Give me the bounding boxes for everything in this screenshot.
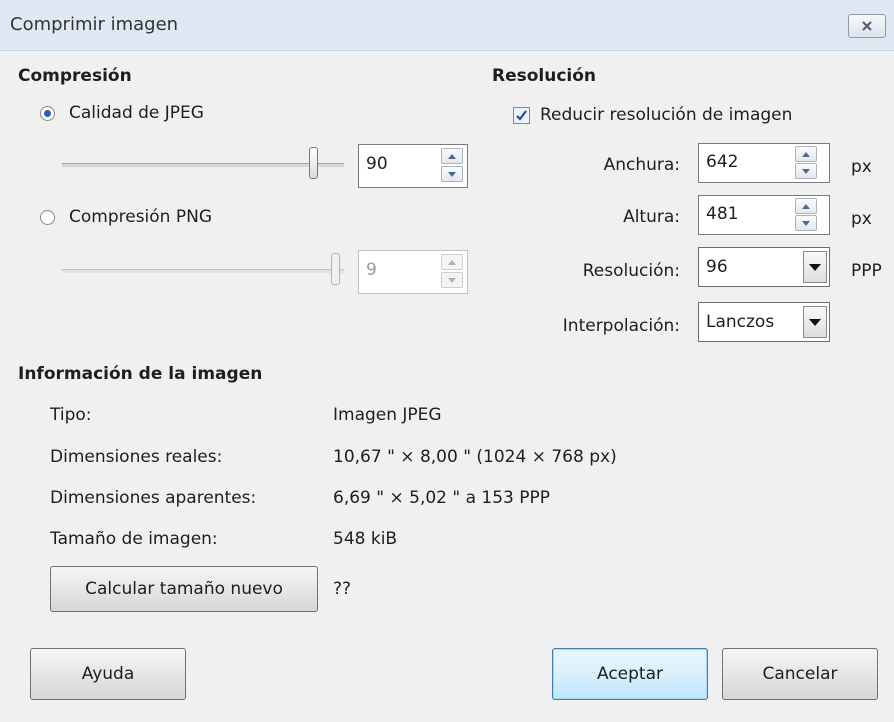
png-compression-slider[interactable] [62, 269, 344, 273]
arrow-up-icon [802, 151, 810, 157]
resolution-group-title: Resolución [492, 66, 597, 86]
height-label: Altura: [623, 207, 680, 227]
width-field[interactable]: 642 [698, 143, 830, 183]
calculate-new-size-button[interactable]: Calcular tamaño nuevo [50, 566, 318, 612]
arrow-up-icon [448, 259, 456, 265]
spin-up-button[interactable] [441, 148, 463, 164]
png-compression-value: 9 [366, 260, 377, 280]
close-icon [862, 21, 872, 31]
checkmark-icon [516, 109, 527, 121]
spin-down-button[interactable] [795, 215, 817, 231]
png-compression-option[interactable]: Compresión PNG [40, 207, 212, 227]
jpeg-radio[interactable] [40, 105, 55, 121]
png-radio-label: Compresión PNG [69, 207, 212, 227]
info-value-real-dimensions: 10,67 " × 8,00 " (1024 × 768 px) [333, 447, 617, 467]
dpi-label: Resolución: [582, 261, 680, 281]
jpeg-slider-thumb[interactable] [309, 147, 318, 179]
arrow-down-icon [448, 277, 456, 283]
width-spinner[interactable] [795, 146, 817, 180]
arrow-up-icon [448, 153, 456, 159]
jpeg-radio-label: Calidad de JPEG [69, 103, 204, 123]
info-label-real-dimensions: Dimensiones reales: [50, 447, 223, 467]
reduce-resolution-checkbox[interactable] [513, 106, 530, 124]
reduce-resolution-label: Reducir resolución de imagen [540, 105, 793, 125]
spin-down-button[interactable] [441, 166, 463, 182]
spin-up-button[interactable] [795, 146, 817, 162]
info-label-apparent-dimensions: Dimensiones aparentes: [50, 488, 257, 508]
png-compression-field[interactable]: 9 [358, 250, 468, 294]
height-unit: px [851, 209, 872, 229]
close-button[interactable] [848, 14, 886, 38]
info-value-image-size: 548 kiB [333, 529, 398, 549]
interpolation-value: Lanczos [706, 312, 775, 332]
info-value-apparent-dimensions: 6,69 " × 5,02 " a 153 PPP [333, 488, 551, 508]
arrow-down-icon [802, 220, 810, 226]
spin-up-button[interactable] [795, 198, 817, 214]
png-slider-thumb[interactable] [331, 253, 340, 285]
height-value: 481 [706, 204, 739, 224]
spin-down-button[interactable] [795, 163, 817, 179]
jpeg-quality-slider[interactable] [62, 163, 344, 167]
height-field[interactable]: 481 [698, 195, 830, 235]
interpolation-dropdown-button[interactable] [803, 306, 827, 338]
dpi-value: 96 [706, 257, 728, 277]
interpolation-label: Interpolación: [562, 316, 680, 336]
png-radio[interactable] [40, 209, 55, 225]
dpi-unit: PPP [851, 261, 882, 281]
help-button[interactable]: Ayuda [30, 648, 186, 700]
chevron-down-icon [809, 318, 821, 326]
width-label: Anchura: [603, 155, 680, 175]
dpi-combo[interactable]: 96 [698, 247, 830, 287]
cancel-button[interactable]: Cancelar [722, 648, 878, 700]
info-label-type: Tipo: [50, 405, 92, 425]
width-unit: px [851, 157, 872, 177]
interpolation-combo[interactable]: Lanczos [698, 302, 830, 342]
jpeg-quality-option[interactable]: Calidad de JPEG [40, 103, 204, 123]
jpeg-quality-spinner[interactable] [441, 148, 463, 184]
radio-selected-dot [44, 109, 51, 117]
height-spinner[interactable] [795, 198, 817, 232]
accept-button[interactable]: Aceptar [552, 648, 708, 700]
png-compression-spinner[interactable] [441, 254, 463, 290]
info-label-image-size: Tamaño de imagen: [50, 529, 218, 549]
jpeg-quality-field[interactable]: 90 [358, 144, 468, 188]
spin-down-button[interactable] [441, 272, 463, 288]
info-value-type: Imagen JPEG [333, 405, 442, 425]
chevron-down-icon [809, 263, 821, 271]
dpi-dropdown-button[interactable] [803, 251, 827, 283]
arrow-up-icon [802, 203, 810, 209]
jpeg-quality-value: 90 [366, 154, 388, 174]
compression-group-title: Compresión [18, 66, 132, 86]
new-size-value: ?? [333, 579, 352, 599]
arrow-down-icon [448, 171, 456, 177]
image-info-group-title: Información de la imagen [18, 364, 263, 384]
spin-up-button[interactable] [441, 254, 463, 270]
window-title: Comprimir imagen [10, 14, 179, 35]
arrow-down-icon [802, 168, 810, 174]
width-value: 642 [706, 152, 739, 172]
reduce-resolution-option[interactable]: Reducir resolución de imagen [513, 105, 792, 125]
